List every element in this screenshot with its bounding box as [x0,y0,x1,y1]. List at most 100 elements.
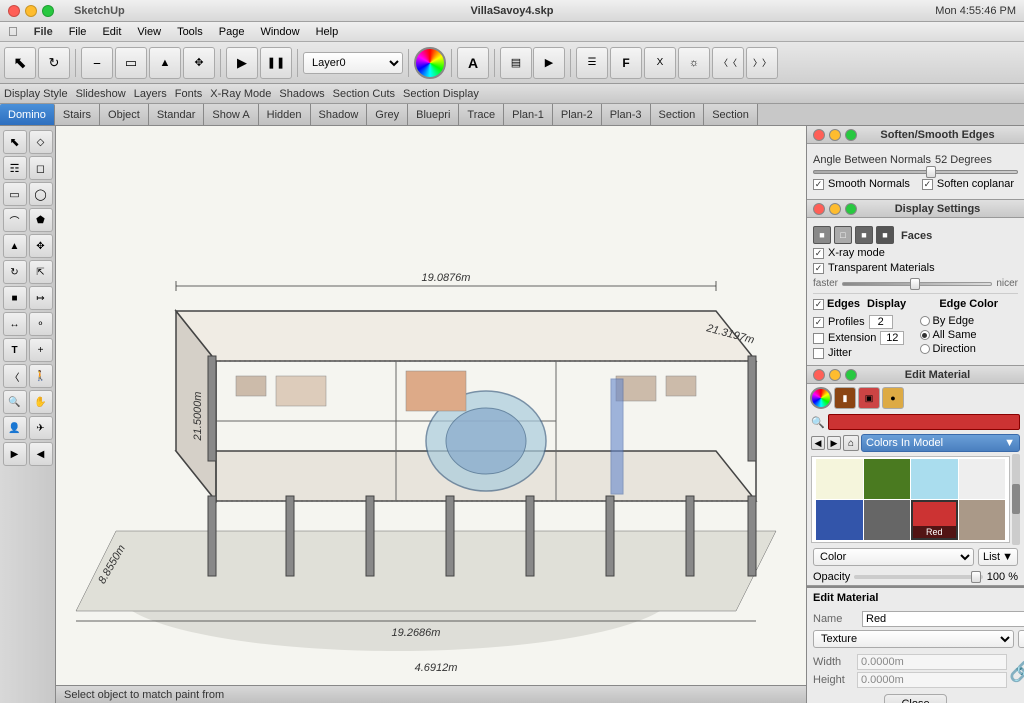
shadows-button[interactable]: ☼ [678,47,710,79]
section-cuts-button[interactable]: 〈〈 [712,47,744,79]
edit-material-max[interactable] [845,369,857,381]
all-same-radio[interactable] [920,330,930,340]
tab-trace[interactable]: Trace [459,104,504,125]
toolbar-section-display[interactable]: Section Display [403,88,479,100]
eraser-tool[interactable]: ◻ [29,156,53,180]
display-style-button[interactable]: ▤ [500,47,532,79]
texture-select[interactable]: Texture [813,630,1014,648]
tab-bluepri[interactable]: Bluepri [408,104,459,125]
toolbar-xray[interactable]: X-Ray Mode [210,88,271,100]
edges-display-checkbox[interactable] [813,299,824,310]
width-input[interactable]: 0.0000m [857,654,1007,670]
profiles-input[interactable]: 2 [869,315,893,329]
opacity-slider-thumb[interactable] [971,571,981,583]
display-settings-max[interactable] [845,203,857,215]
pan-tool[interactable]: ✋ [29,390,53,414]
color-picker-button[interactable] [414,47,446,79]
soften-panel-max[interactable] [845,129,857,141]
swatch-5[interactable] [864,500,911,540]
material-scrollbar[interactable] [1012,454,1020,545]
tab-hidden[interactable]: Hidden [259,104,311,125]
menu-file[interactable]: File [69,26,87,38]
swatch-6-red[interactable]: Red [911,500,958,540]
minimize-window-button[interactable] [25,5,37,17]
tape-tool[interactable]: ↦ [29,286,53,310]
angle-slider-thumb[interactable] [926,166,936,178]
select-arrow-tool[interactable]: ⬉ [3,130,27,154]
name-input[interactable]: Red [862,611,1024,627]
brick-material-tab[interactable]: ▮ [834,387,856,409]
slideshow-button[interactable]: ▶ [533,47,565,79]
swatch-0[interactable] [816,459,863,499]
material-search-input[interactable] [828,414,1020,430]
edit-material-close[interactable] [813,369,825,381]
tab-shadow[interactable]: Shadow [311,104,368,125]
xray-button[interactable]: X [644,47,676,79]
material-collection-dropdown[interactable]: Colors In Model ▼ [861,434,1020,452]
person-tool[interactable]: 👤 [3,416,27,440]
paint-tool[interactable]: ☶ [3,156,27,180]
menu-help[interactable]: Help [316,26,339,38]
window-controls[interactable] [8,5,54,17]
tab-plan2[interactable]: Plan-2 [553,104,602,125]
pushpull-tool[interactable]: ▲ [3,234,27,258]
tab-plan3[interactable]: Plan-3 [602,104,651,125]
profiles-checkbox[interactable] [813,317,824,328]
quality-slider-thumb[interactable] [910,278,920,290]
section-display-button[interactable]: 〉〉 [746,47,778,79]
face-style-4[interactable]: ■ [876,226,894,244]
text-tool[interactable]: A [457,47,489,79]
zoom-tool[interactable]: 🔍 [3,390,27,414]
protractor-tool[interactable]: ⚬ [29,312,53,336]
scale-tool[interactable]: ⇱ [29,260,53,284]
edit-material-min[interactable] [829,369,841,381]
material-scrollbar-thumb[interactable] [1012,484,1020,514]
swatch-3[interactable] [959,459,1006,499]
tab-object[interactable]: Object [100,104,149,125]
viewport[interactable]: 19.0876m 21.3197m 21.5000m 19.2686m 4.69… [56,126,806,703]
toolbar-section-cuts[interactable]: Section Cuts [333,88,395,100]
swatch-1[interactable] [864,459,911,499]
menu-sketchup[interactable]: File [34,26,53,38]
jitter-checkbox[interactable] [813,348,824,359]
component-tool[interactable]: ◇ [29,130,53,154]
toolbar-display-style[interactable]: Display Style [4,88,68,100]
text-label-tool[interactable]: T [3,338,27,362]
menu-window[interactable]: Window [260,26,299,38]
orbit-tool[interactable]: ↻ [38,47,70,79]
soften-panel-close[interactable] [813,129,825,141]
rotate-tool[interactable]: ↻ [3,260,27,284]
push-pull-tool[interactable]: ▲ [149,47,181,79]
polygon-tool[interactable]: ⬟ [29,208,53,232]
color-mode-select[interactable]: Color [813,548,974,566]
play-button[interactable]: ▶ [226,47,258,79]
move2-tool[interactable]: ✥ [29,234,53,258]
layers-button[interactable]: ☰ [576,47,608,79]
draw-rect-tool[interactable]: ▭ [115,47,147,79]
mat-back-button[interactable]: ◀ [811,436,825,450]
color-wheel-icon[interactable] [810,387,832,409]
display-settings-close[interactable] [813,203,825,215]
face-material-tab[interactable]: ▣ [858,387,880,409]
tab-showa[interactable]: Show A [204,104,258,125]
extension-checkbox[interactable] [813,333,824,344]
face-style-1[interactable]: ■ [813,226,831,244]
mat-forward-button[interactable]: ▶ [827,436,841,450]
close-button[interactable]: Close [884,694,946,703]
left-extra1[interactable]: ▶ [3,442,27,466]
display-settings-min[interactable] [829,203,841,215]
xray-mode-checkbox[interactable] [813,248,824,259]
by-edge-radio[interactable] [920,316,930,326]
circle-tool[interactable]: ◯ [29,182,53,206]
tab-section1[interactable]: Section [651,104,705,125]
soften-coplanar-checkbox[interactable] [922,179,933,190]
toolbar-slideshow[interactable]: Slideshow [76,88,126,100]
direction-radio[interactable] [920,344,930,354]
draw-line-tool[interactable]: ⎯ [81,47,113,79]
offset-tool[interactable]: ■ [3,286,27,310]
apple-menu[interactable]:  [8,24,18,39]
move-tool[interactable]: ✥ [183,47,215,79]
axes-tool[interactable]: + [29,338,53,362]
rect-tool[interactable]: ▭ [3,182,27,206]
face-style-3[interactable]: ■ [855,226,873,244]
